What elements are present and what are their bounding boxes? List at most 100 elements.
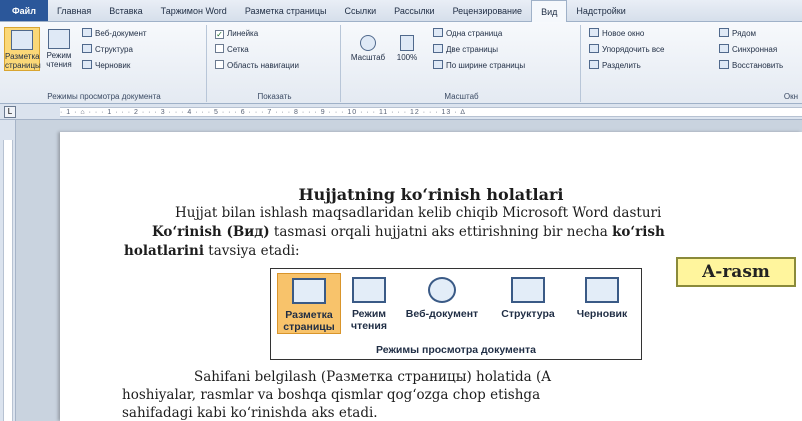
one-page-icon — [433, 28, 443, 37]
paragraph-2-line-3: sahifadagi kabi ko‘rinishda aks etadi. — [122, 404, 378, 421]
web-layout-button[interactable]: Веб-документ — [82, 28, 147, 40]
arrange-all-icon — [589, 44, 599, 53]
ruler-label: Линейка — [227, 29, 259, 38]
group-label-show: Показать — [257, 92, 292, 101]
tab-insert[interactable]: Вставка — [100, 0, 151, 21]
paragraph-1-line-2: Ko‘rinish (Вид) tasmasi orqali hujjatni … — [152, 223, 665, 242]
arrange-all-label: Упорядочить все — [602, 45, 665, 54]
open-book-icon — [352, 277, 386, 303]
figure-label-badge: A-rasm — [676, 257, 796, 287]
globe-icon — [428, 277, 456, 303]
tab-page-layout[interactable]: Разметка страницы — [236, 0, 336, 21]
draft-button[interactable]: Черновик — [82, 60, 130, 72]
two-pages-label: Две страницы — [446, 45, 499, 54]
tab-references[interactable]: Ссылки — [335, 0, 385, 21]
outline-icon — [511, 277, 545, 303]
page-layout-icon — [11, 30, 33, 50]
new-window-label: Новое окно — [602, 29, 645, 38]
page-width-label: По ширине страницы — [446, 61, 526, 70]
figure-layout-button: Разметка страницы — [277, 273, 341, 334]
sync-scroll-icon — [719, 44, 729, 53]
figure-layout-label: Разметка страницы — [283, 309, 335, 333]
figure-outline-button: Структура — [491, 273, 565, 320]
view-modes-figure: Разметка страницы Режим чтения Веб-докум… — [270, 268, 642, 360]
tab-mailings[interactable]: Рассылки — [385, 0, 443, 21]
horizontal-ruler[interactable]: L · 1 · ⌂ · · · 1 · · · 2 · · · 3 · · · … — [0, 104, 802, 120]
vertical-ruler[interactable] — [0, 120, 16, 421]
bold-term-view-modes: ko‘rish — [612, 224, 665, 240]
zoom-button[interactable]: Масштаб — [347, 33, 389, 62]
group-show: ✓ Линейка Сетка Область навигации Показат… — [209, 25, 341, 102]
grid-label: Сетка — [227, 45, 249, 54]
group-document-views: Разметка страницы Режим чтения Веб-докум… — [2, 25, 207, 102]
draft-label: Черновик — [95, 61, 131, 70]
one-page-label: Одна страница — [446, 29, 503, 38]
tab-selector-icon[interactable]: L — [4, 106, 16, 118]
open-book-icon — [48, 29, 70, 49]
figure-caption: Режимы просмотра документа — [376, 344, 536, 356]
split-icon — [589, 60, 599, 69]
reset-position-button[interactable]: Восстановить — [719, 60, 783, 72]
paragraph-2-line-2: hoshiyalar, rasmlar va boshqa qismlar qo… — [122, 386, 540, 405]
checkmark-icon: ✓ — [215, 30, 224, 39]
paragraph-1-line-3: holatlarini tavsiya etadi: — [124, 242, 300, 261]
globe-icon — [82, 28, 92, 37]
figure-web-button: Веб-документ — [395, 273, 489, 320]
new-window-button[interactable]: Новое окно — [589, 28, 644, 40]
empty-checkbox-icon — [215, 44, 224, 53]
vertical-ruler-scale — [3, 140, 13, 421]
outline-label: Структура — [95, 45, 133, 54]
figure-outline-label: Структура — [501, 308, 555, 320]
split-label: Разделить — [602, 61, 641, 70]
group-label-window: Окн — [783, 92, 798, 101]
reading-view-label: Режим чтения — [46, 51, 72, 69]
page-width-button[interactable]: По ширине страницы — [433, 60, 525, 72]
ribbon: Разметка страницы Режим чтения Веб-докум… — [0, 22, 802, 104]
nav-pane-label: Область навигации — [227, 61, 299, 70]
outline-button[interactable]: Структура — [82, 44, 133, 56]
tab-translator[interactable]: Таржимон Word — [152, 0, 236, 21]
tab-review[interactable]: Рецензирование — [444, 0, 532, 21]
magnifier-icon — [360, 35, 376, 51]
group-window: Новое окно Упорядочить все Разделить Ряд… — [583, 25, 802, 102]
tab-view[interactable]: Вид — [531, 0, 568, 23]
side-by-side-button[interactable]: Рядом — [719, 28, 756, 40]
two-pages-button[interactable]: Две страницы — [433, 44, 498, 56]
one-page-button[interactable]: Одна страница — [433, 28, 502, 40]
bold-term-view: Ko‘rinish (Вид) — [152, 224, 270, 240]
tab-home[interactable]: Главная — [48, 0, 100, 21]
arrange-all-button[interactable]: Упорядочить все — [589, 44, 664, 56]
layout-view-button[interactable]: Разметка страницы — [4, 27, 41, 71]
paragraph-1-line-2-text: tasmasi orqali hujjatni aks ettirishning… — [269, 224, 613, 240]
paragraph-2-line-1-text: Sahifani belgilash (Разметка страницы) h… — [194, 369, 551, 385]
paragraph-1-line-3-text: tavsiya etadi: — [204, 243, 300, 259]
layout-view-label: Разметка страницы — [5, 52, 41, 70]
grid-checkbox[interactable]: Сетка — [215, 44, 249, 56]
paragraph-2-line-2-text: hoshiyalar, rasmlar va boshqa qismlar qo… — [122, 387, 541, 403]
web-layout-label: Веб-документ — [95, 29, 147, 38]
nav-pane-checkbox[interactable]: Область навигации — [215, 60, 299, 72]
reading-view-button[interactable]: Режим чтения — [42, 27, 76, 69]
tab-file[interactable]: Файл — [0, 0, 48, 21]
figure-draft-label: Черновик — [576, 308, 628, 320]
reset-position-label: Восстановить — [732, 61, 784, 70]
sync-scroll-label: Синхронная — [732, 45, 778, 54]
ruler-checkbox[interactable]: ✓ Линейка — [215, 28, 258, 40]
zoom-100-button[interactable]: 100% — [391, 33, 423, 62]
new-window-icon — [589, 28, 599, 37]
group-label-document-views: Режимы просмотра документа — [47, 92, 161, 101]
zoom-100-label: 100% — [396, 53, 418, 62]
tab-addins[interactable]: Надстройки — [567, 0, 634, 21]
side-by-side-label: Рядом — [732, 29, 757, 38]
bold-term-modes: holatlarini — [124, 243, 204, 259]
split-button[interactable]: Разделить — [589, 60, 641, 72]
page-width-icon — [433, 60, 443, 69]
empty-checkbox-icon — [215, 60, 224, 69]
page-layout-icon — [292, 278, 326, 304]
ruler-scale: · 1 · ⌂ · · · 1 · · · 2 · · · 3 · · · 4 … — [60, 107, 802, 117]
draft-icon — [585, 277, 619, 303]
figure-reading-label: Режим чтения — [350, 308, 387, 332]
page-100-icon — [400, 35, 414, 51]
sync-scroll-button[interactable]: Синхронная — [719, 44, 777, 56]
outline-icon — [82, 44, 92, 53]
